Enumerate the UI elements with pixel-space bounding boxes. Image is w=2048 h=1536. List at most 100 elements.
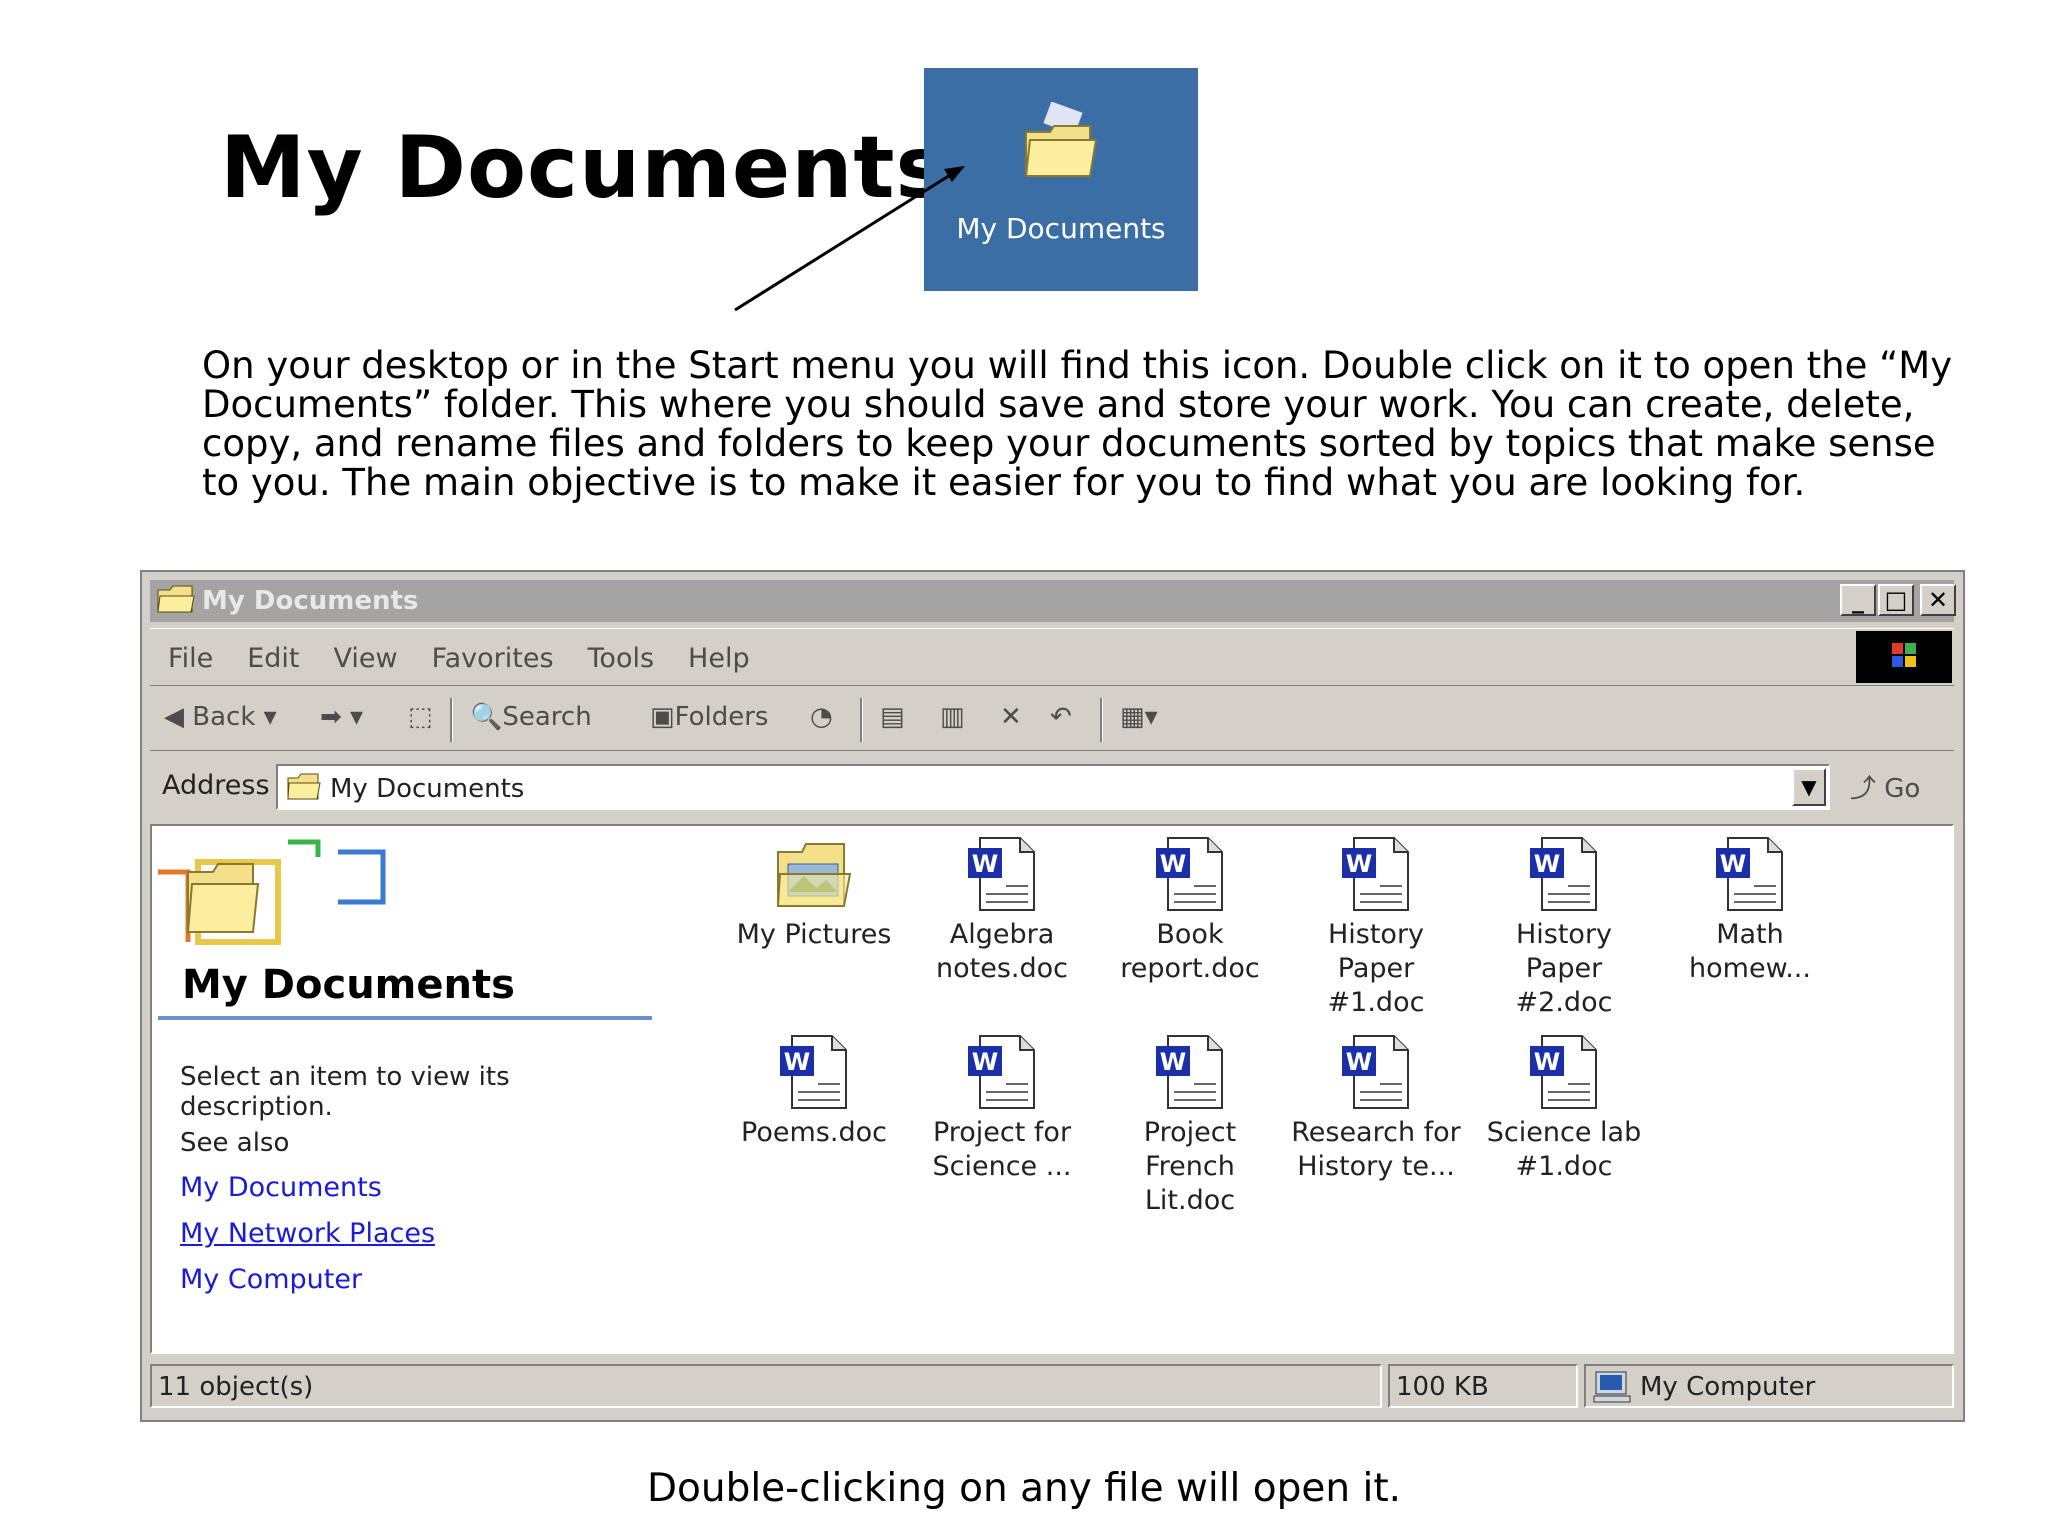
folder-view: My Documents Select an item to view its … (150, 824, 1954, 1354)
file-item-history-paper-1[interactable]: W History Paper #1.doc (1286, 834, 1466, 1020)
status-bar: 11 object(s) 100 KB My Computer (150, 1360, 1954, 1410)
svg-text:W: W (972, 1048, 998, 1076)
file-item-poems[interactable]: W Poems.doc (724, 1032, 904, 1150)
menu-help[interactable]: Help (688, 643, 750, 674)
toolbar-separator (1100, 698, 1103, 742)
address-label: Address (162, 770, 270, 801)
pane-divider (158, 1016, 652, 1020)
intro-line: Documents” folder. This where you should… (202, 383, 1915, 426)
views-icon[interactable]: ▦▾ (1120, 702, 1158, 732)
svg-text:W: W (1534, 850, 1560, 878)
web-view-pane: My Documents Select an item to view its … (152, 826, 652, 1352)
svg-text:W: W (1534, 1048, 1560, 1076)
file-item-book-report[interactable]: W Book report.doc (1100, 834, 1280, 986)
word-document-icon: W (968, 837, 1035, 911)
close-button[interactable]: ✕ (1920, 584, 1956, 616)
word-document-icon: W (1530, 837, 1597, 911)
status-zone: My Computer (1584, 1364, 1954, 1408)
address-input[interactable]: My Documents ▼ (276, 764, 1830, 810)
slide-caption: Double-clicking on any file will open it… (646, 1466, 1402, 1511)
file-name: History Paper (1515, 919, 1613, 984)
file-item-algebra-notes[interactable]: W Algebra notes.doc (912, 834, 1092, 986)
file-item-math-homework[interactable]: W Math homew... (1660, 834, 1840, 986)
file-item-project-for-science[interactable]: W Project for Science ... (912, 1032, 1092, 1184)
file-name: Math (1716, 919, 1784, 950)
file-name: #2.doc (1515, 987, 1613, 1018)
forward-button[interactable]: ➡ ▾ (320, 702, 363, 732)
word-document-icon: W (1342, 837, 1409, 911)
word-document-icon: W (780, 1035, 847, 1109)
history-icon[interactable]: ◔ (810, 702, 833, 732)
file-name: #1.doc (1515, 1151, 1613, 1182)
move-to-icon[interactable]: ▤ (880, 702, 905, 732)
maximize-button[interactable]: □ (1878, 584, 1914, 616)
go-label: Go (1884, 774, 1921, 804)
menu-bar: File Edit View Favorites Tools Help (150, 628, 1954, 686)
see-also-heading: See also (180, 1128, 290, 1158)
toolbar-separator (450, 698, 453, 742)
intro-paragraph: On your desktop or in the Start menu you… (202, 344, 1953, 504)
pane-description: Select an item to view its description. (180, 1062, 510, 1122)
svg-text:W: W (1160, 850, 1186, 878)
computer-icon (1593, 1371, 1631, 1403)
svg-text:W: W (972, 850, 998, 878)
file-name: Science ... (932, 1151, 1072, 1182)
delete-icon[interactable]: ✕ (1000, 702, 1022, 732)
address-bar: Address My Documents ▼ ⤴ Go (150, 756, 1954, 818)
file-name: report.doc (1120, 953, 1260, 984)
file-name: Lit.doc (1144, 1185, 1236, 1216)
copy-to-icon[interactable]: ▥ (940, 702, 965, 732)
go-button[interactable]: ⤴ Go (1850, 768, 1920, 805)
windows-logo-icon (1856, 631, 1952, 683)
intro-line: On your desktop or in the Start menu you… (202, 344, 1953, 387)
menu-file[interactable]: File (168, 643, 213, 674)
link-my-documents[interactable]: My Documents (180, 1172, 382, 1203)
file-name: Poems.doc (741, 1117, 887, 1148)
status-size: 100 KB (1388, 1364, 1578, 1408)
file-name: Book (1156, 919, 1224, 950)
link-my-computer[interactable]: My Computer (180, 1264, 362, 1295)
file-item-project-french-lit[interactable]: W Project French Lit.doc (1100, 1032, 1280, 1218)
file-name: Algebra (949, 919, 1055, 950)
back-button[interactable]: ◀ Back ▾ (164, 702, 277, 732)
menu-edit[interactable]: Edit (247, 643, 299, 674)
status-object-count: 11 object(s) (150, 1364, 1382, 1408)
toolbar-separator (860, 698, 863, 742)
file-name: Project French (1143, 1117, 1237, 1182)
folders-button[interactable]: ▣Folders (650, 702, 768, 732)
title-bar[interactable]: My Documents _ □ ✕ (150, 580, 1956, 622)
intro-line: copy, and rename files and folders to ke… (202, 422, 1936, 465)
minimize-button[interactable]: _ (1840, 584, 1876, 616)
file-name: History Paper (1327, 919, 1425, 984)
standard-toolbar: ◀ Back ▾ ➡ ▾ ⬚ 🔍Search ▣Folders ◔ ▤ ▥ ✕ … (150, 690, 1954, 751)
svg-text:W: W (1720, 850, 1746, 878)
svg-text:W: W (784, 1048, 810, 1076)
file-item-history-paper-2[interactable]: W History Paper #2.doc (1474, 834, 1654, 1020)
file-name: #1.doc (1327, 987, 1425, 1018)
menu-favorites[interactable]: Favorites (432, 643, 554, 674)
window-title: My Documents (202, 586, 419, 616)
undo-icon[interactable]: ↶ (1050, 702, 1072, 732)
svg-text:W: W (1160, 1048, 1186, 1076)
file-name: Research for (1291, 1117, 1461, 1148)
file-item-research-for-history[interactable]: W Research for History te... (1286, 1032, 1466, 1184)
svg-text:W: W (1346, 1048, 1372, 1076)
search-button[interactable]: 🔍Search (470, 702, 592, 732)
file-name: My Pictures (736, 919, 892, 950)
folder-icon (157, 585, 195, 613)
search-label: Search (502, 702, 592, 732)
file-name: homew... (1689, 953, 1811, 984)
chevron-down-icon[interactable]: ▼ (1792, 768, 1826, 806)
word-document-icon: W (1156, 837, 1223, 911)
address-value: My Documents (330, 774, 525, 804)
file-name: History te... (1297, 1151, 1455, 1182)
file-item-my-pictures[interactable]: My Pictures (724, 834, 904, 952)
file-item-science-lab-1[interactable]: W Science lab #1.doc (1474, 1032, 1654, 1184)
menu-tools[interactable]: Tools (588, 643, 655, 674)
menu-view[interactable]: View (333, 643, 397, 674)
up-folder-button[interactable]: ⬚ (408, 702, 433, 732)
link-my-network-places[interactable]: My Network Places (180, 1218, 435, 1249)
file-name: Project for (932, 1117, 1072, 1148)
word-document-icon: W (1156, 1035, 1223, 1109)
intro-line: to you. The main objective is to make it… (202, 461, 1806, 504)
